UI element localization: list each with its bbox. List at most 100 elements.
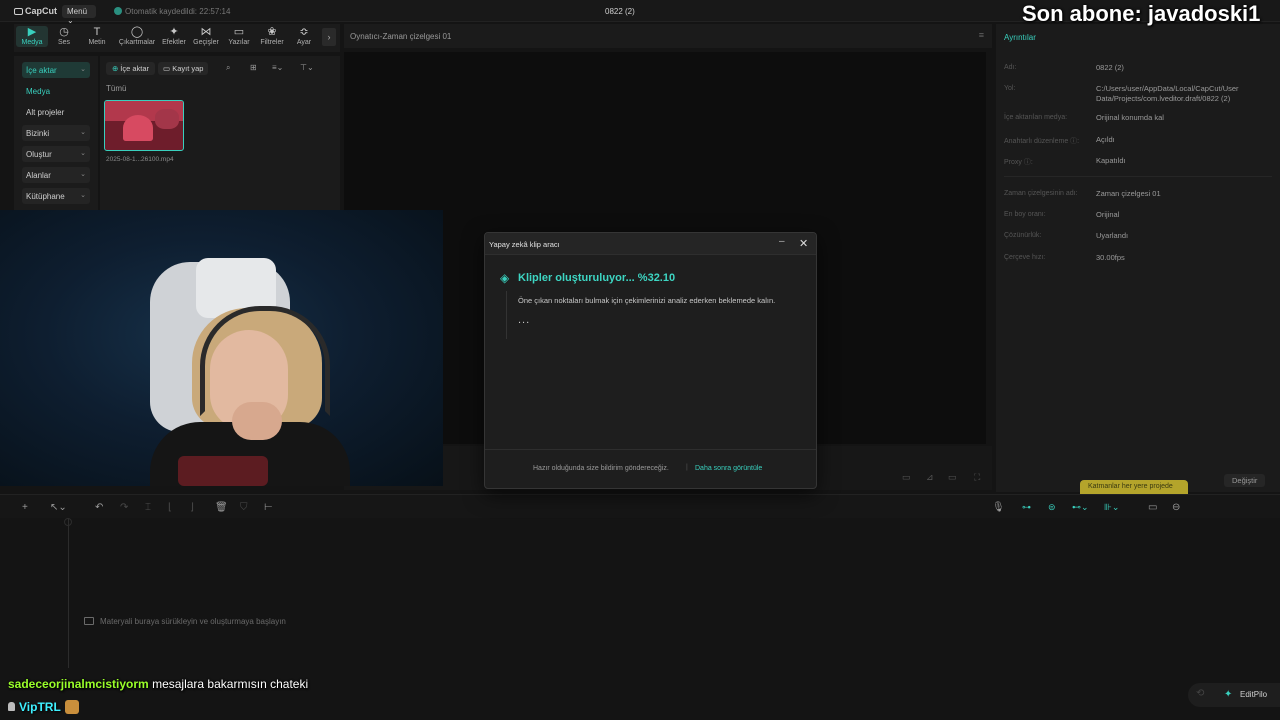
dialog-description: Öne çıkan noktaları bulmak için çekimler…: [518, 296, 776, 305]
plus-circle-icon: ⊕: [112, 64, 119, 73]
media-browser: ⊕ İçe aktar ▭ Kayıt yap ⌕ ⊞ ≡⌄ ⊤⌄ Tümü 20…: [100, 56, 340, 216]
sort-icon[interactable]: ≡⌄: [272, 63, 283, 72]
sidebar-item-spaces[interactable]: Alanlar ⌄: [22, 167, 90, 183]
tool-transitions[interactable]: ⋈ Geçişler: [190, 26, 222, 46]
microphone-icon[interactable]: 🎙: [992, 502, 1005, 513]
sidebar-item-yours[interactable]: Bizinki ⌄: [22, 125, 90, 141]
media-sidebar: İçe aktar ⌄ Medya Alt projeler Bizinki ⌄ O…: [14, 56, 98, 216]
split-left-icon[interactable]: ⌊: [168, 502, 172, 513]
sidebar-item-media[interactable]: Medya: [22, 83, 90, 99]
delete-icon[interactable]: 🗑: [215, 502, 228, 513]
sticker-icon: ◯: [130, 26, 144, 38]
audio-icon: ◷: [59, 26, 69, 38]
playhead[interactable]: [68, 518, 69, 668]
close-icon[interactable]: ✕: [799, 237, 808, 250]
detail-label: İçe aktarılan medya:: [1004, 114, 1068, 121]
select-tool-icon[interactable]: ↖⌄: [50, 502, 67, 513]
shield-icon[interactable]: ⛉: [240, 502, 248, 513]
dialog-header: Yapay zekâ klip aracı – ✕: [485, 233, 816, 255]
filters-icon: ❀: [267, 26, 277, 38]
filter-icon[interactable]: ⊤⌄: [300, 63, 314, 72]
text-icon: T: [93, 26, 101, 38]
change-button[interactable]: Değiştir: [1224, 474, 1266, 487]
player-title: Oynatıcı-Zaman çizelgesi 01: [350, 32, 452, 41]
cloud-check-icon: [114, 7, 122, 15]
badge-icon: [8, 702, 15, 711]
zoom-out-icon[interactable]: ⊖: [1172, 502, 1180, 513]
chat-username: sadeceorjinalmcistiyorm: [8, 677, 149, 691]
media-icon: [84, 617, 94, 625]
tool-text-label: Metin: [88, 39, 106, 46]
subscriber-overlay: Son abone: javadoski1: [1022, 1, 1261, 26]
ai-clip-dialog: Yapay zekâ klip aracı – ✕ ◈ Klipler oluş…: [484, 232, 817, 489]
magnet-icon[interactable]: ⊜: [1048, 502, 1056, 513]
more-menu-icon[interactable]: ≡: [979, 30, 984, 40]
tool-filters[interactable]: ❀ Filtreler: [256, 26, 288, 46]
toolbar-expand-button[interactable]: ›: [322, 28, 336, 46]
preview-axis-icon[interactable]: ⊪⌄: [1104, 502, 1119, 513]
sidebar-item-spaces-label: Alanlar: [26, 171, 51, 180]
tool-filters-label: Filtreler: [260, 39, 284, 46]
sidebar-item-yours-label: Bizinki: [26, 129, 50, 138]
tool-effects[interactable]: ✦ Efektler: [158, 26, 190, 46]
app-logo-text: CapCut: [25, 6, 57, 16]
divider: [1004, 176, 1272, 177]
undo-icon[interactable]: ↶: [95, 502, 103, 513]
capcut-logo-icon: [14, 8, 23, 15]
minimize-icon[interactable]: –: [779, 236, 785, 247]
detail-value[interactable]: Orijinal konumda kal: [1096, 113, 1274, 123]
sidebar-item-library[interactable]: Kütüphane ⌄: [22, 188, 90, 204]
link-icon[interactable]: ⊶: [1022, 502, 1031, 513]
fit-icon[interactable]: ▭: [902, 472, 911, 483]
media-thumbnail[interactable]: [104, 100, 184, 151]
insert-icon[interactable]: ⊢: [264, 502, 273, 513]
camera-icon: ▭: [163, 64, 171, 73]
caption-icon[interactable]: ▭: [1148, 502, 1157, 513]
sidebar-item-subprojects[interactable]: Alt projeler: [22, 104, 90, 120]
layers-banner[interactable]: Katmanlar her yere projede: [1080, 480, 1188, 494]
progress-line: [506, 291, 507, 339]
tool-captions[interactable]: ▭ Yazılar: [223, 26, 255, 46]
split-right-icon[interactable]: ⌋: [190, 502, 194, 513]
crop-icon[interactable]: ⊿: [926, 472, 934, 483]
redo-icon[interactable]: ↷: [120, 502, 128, 513]
details-panel: Ayrıntılar Adı: 0822 (2) Yol: C:/Users/u…: [996, 24, 1280, 494]
tool-effects-label: Efektler: [162, 39, 186, 46]
sidebar-item-create[interactable]: Oluştur ⌄: [22, 146, 90, 162]
drop-hint-text: Materyali buraya sürükleyin ve oluşturma…: [100, 617, 286, 626]
snap-icon[interactable]: ⊷⌄: [1072, 502, 1089, 513]
chat-message: VipTRL: [8, 700, 79, 714]
record-button[interactable]: ▭ Kayıt yap: [158, 62, 209, 75]
split-icon[interactable]: ⌶: [145, 502, 151, 513]
import-button[interactable]: ⊕ İçe aktar: [106, 62, 156, 75]
editpilot-button[interactable]: ⟲ ✦ EditPilo: [1188, 683, 1280, 707]
chevron-down-icon: ⌄: [80, 66, 86, 73]
tool-adjust[interactable]: ≎ Ayar: [288, 26, 320, 46]
tool-audio[interactable]: ◷ Ses: [48, 26, 80, 46]
tool-text[interactable]: T Metin: [81, 26, 113, 46]
detail-value[interactable]: Kapatıldı: [1096, 156, 1274, 166]
webcam-image: [178, 456, 268, 486]
menu-button[interactable]: Menü ⌄: [62, 5, 96, 25]
add-track-icon[interactable]: +: [22, 502, 28, 513]
ratio-icon[interactable]: ▭: [948, 472, 957, 483]
app-logo: CapCut: [14, 6, 57, 16]
detail-value[interactable]: Açıldı: [1096, 135, 1274, 145]
tool-stickers[interactable]: ◯ Çıkartmalar: [118, 26, 156, 46]
grid-view-icon[interactable]: ⊞: [250, 63, 257, 72]
media-icon: ▶: [27, 26, 37, 38]
sidebar-item-media-label: Medya: [26, 87, 51, 96]
dialog-progress-status: Klipler oluşturuluyor... %32.10: [518, 272, 676, 284]
sidebar-item-subprojects-label: Alt projeler: [26, 108, 65, 117]
tool-adjust-label: Ayar: [296, 39, 312, 46]
view-later-link[interactable]: Daha sonra görüntüle: [695, 465, 762, 472]
thumbnail-image: [123, 115, 153, 141]
detail-value: 30.00fps: [1096, 253, 1125, 262]
tool-media[interactable]: ▶ Medya: [16, 26, 48, 47]
sidebar-item-import[interactable]: İçe aktar ⌄: [22, 62, 90, 78]
all-filter-label[interactable]: Tümü: [106, 84, 126, 93]
fullscreen-icon[interactable]: ⛶: [974, 472, 980, 483]
player-header: Oynatıcı-Zaman çizelgesi 01 ≡: [344, 24, 992, 48]
webcam-image: [232, 402, 282, 440]
search-icon[interactable]: ⌕: [226, 63, 230, 73]
